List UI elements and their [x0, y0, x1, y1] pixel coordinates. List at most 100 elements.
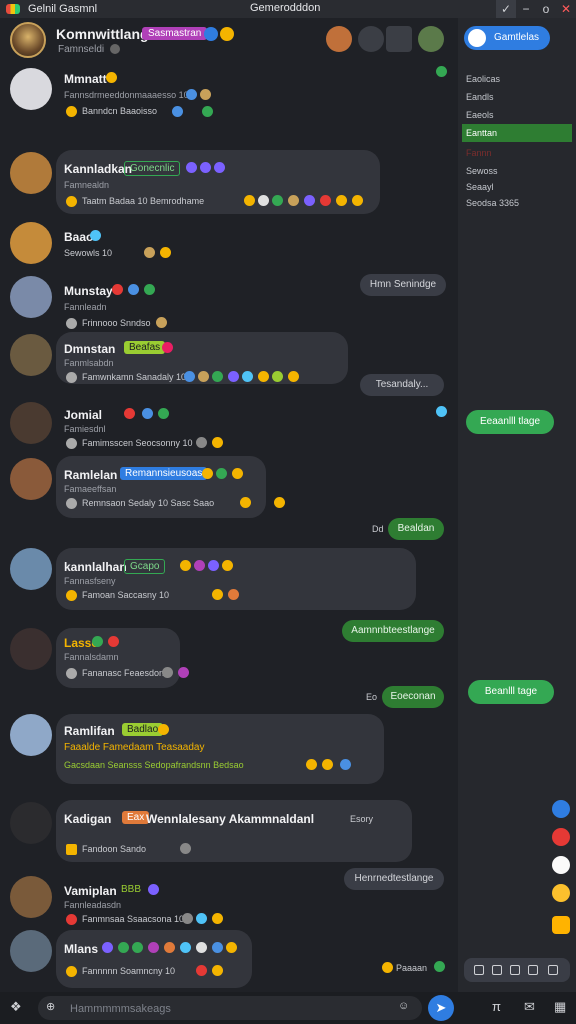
apps-icon[interactable]: ❖ — [10, 999, 22, 1015]
reaction-icon[interactable] — [212, 942, 223, 953]
sidebar-status-icon[interactable] — [552, 916, 570, 934]
reaction-icon[interactable] — [258, 371, 269, 382]
reaction-icon[interactable] — [158, 408, 169, 419]
reaction-icon[interactable] — [160, 247, 171, 258]
sender-name[interactable]: Kadigan — [64, 812, 111, 826]
pin-icon[interactable] — [358, 26, 384, 52]
emoji-icon[interactable] — [548, 965, 558, 975]
reaction-icon[interactable] — [128, 284, 139, 295]
sender-name[interactable]: kannlalhan — [64, 560, 127, 574]
message-input[interactable] — [68, 999, 392, 1019]
close-button[interactable]: ✕ — [556, 0, 576, 18]
avatar[interactable] — [10, 152, 52, 194]
avatar[interactable] — [10, 276, 52, 318]
sidebar-status-icon[interactable] — [552, 884, 570, 902]
reaction-icon[interactable] — [274, 497, 285, 508]
avatar[interactable] — [10, 802, 52, 844]
member-avatar-2[interactable] — [418, 26, 444, 52]
reply-pill[interactable]: Bealdan — [388, 518, 444, 540]
sidebar-item[interactable]: Fannn — [466, 144, 570, 162]
reaction-icon[interactable] — [162, 342, 173, 353]
reply-pill[interactable]: Eoeconan — [382, 686, 444, 708]
reaction-icon[interactable] — [306, 759, 317, 770]
reaction-icon[interactable] — [186, 89, 197, 100]
reaction-icon[interactable] — [196, 437, 207, 448]
reaction-icon[interactable] — [102, 942, 113, 953]
sidebar-status-icon[interactable] — [552, 800, 570, 818]
reaction-icon[interactable] — [158, 724, 169, 735]
avatar[interactable] — [10, 222, 52, 264]
avatar[interactable] — [10, 548, 52, 590]
avatar[interactable] — [10, 402, 52, 444]
reaction-icon[interactable] — [182, 913, 193, 924]
sidebar-item[interactable]: Eaeols — [466, 106, 570, 124]
video-icon[interactable] — [510, 965, 520, 975]
sidebar-action-button[interactable]: Gamtlelas — [464, 26, 550, 50]
reaction-icon[interactable] — [288, 195, 299, 206]
reaction-icon[interactable] — [222, 560, 233, 571]
reaction-icon[interactable] — [228, 589, 239, 600]
check-window-button[interactable]: ✓ — [496, 0, 516, 18]
window-icon[interactable] — [386, 26, 412, 52]
reaction-icon[interactable] — [214, 162, 225, 173]
maximize-button[interactable]: o — [536, 0, 556, 18]
reaction-icon[interactable] — [196, 965, 207, 976]
sender-name[interactable]: Baao — [64, 230, 93, 244]
reaction-icon[interactable] — [212, 371, 223, 382]
sender-name[interactable]: Ramlifan — [64, 724, 115, 738]
reaction-icon[interactable] — [196, 913, 207, 924]
mail-icon[interactable]: ✉ — [524, 999, 535, 1015]
sidebar-green-button[interactable]: Eeaanlll tlage — [466, 410, 554, 434]
reaction-icon[interactable] — [232, 468, 243, 479]
avatar[interactable] — [10, 930, 52, 972]
send-button[interactable]: ➤ — [428, 995, 454, 1021]
reaction-icon[interactable] — [212, 913, 223, 924]
reaction-icon[interactable] — [320, 195, 331, 206]
sender-name[interactable]: Mmnatt — [64, 72, 107, 86]
reply-pill[interactable]: Hmn Senindge — [360, 274, 446, 296]
reaction-icon[interactable] — [132, 942, 143, 953]
reaction-icon[interactable] — [162, 667, 173, 678]
sidebar-green-button[interactable]: Beanlll tage — [468, 680, 554, 704]
avatar[interactable] — [10, 628, 52, 670]
reply-pill[interactable]: Henrnedtestlange — [344, 868, 444, 890]
reaction-icon[interactable] — [172, 106, 183, 117]
reaction-icon[interactable] — [272, 371, 283, 382]
member-avatar-1[interactable] — [326, 26, 352, 52]
reaction-icon[interactable] — [142, 408, 153, 419]
avatar[interactable] — [10, 458, 52, 500]
reaction-icon[interactable] — [124, 408, 135, 419]
format-icon[interactable]: π — [492, 999, 501, 1014]
reaction-icon[interactable] — [200, 162, 211, 173]
reaction-icon[interactable] — [240, 497, 251, 508]
reaction-icon[interactable] — [258, 195, 269, 206]
sidebar-item[interactable]: Seodsa 3365 — [466, 194, 570, 212]
reaction-icon[interactable] — [148, 884, 159, 895]
reaction-icon[interactable] — [108, 636, 119, 647]
emoji-icon[interactable]: ☺ — [398, 1000, 409, 1012]
sender-name[interactable]: Vamiplan — [64, 884, 117, 898]
reaction-icon[interactable] — [164, 942, 175, 953]
sidebar-status-icon[interactable] — [552, 856, 570, 874]
reaction-icon[interactable] — [242, 371, 253, 382]
reaction-icon[interactable] — [112, 284, 123, 295]
reaction-icon[interactable] — [352, 195, 363, 206]
reaction-icon[interactable] — [322, 759, 333, 770]
reply-pill[interactable]: Aamnnbteestlange — [342, 620, 444, 642]
avatar[interactable] — [10, 334, 52, 376]
reaction-icon[interactable] — [212, 437, 223, 448]
reaction-icon[interactable] — [180, 843, 191, 854]
avatar[interactable] — [10, 68, 52, 110]
reaction-icon[interactable] — [208, 560, 219, 571]
reaction-icon[interactable] — [212, 965, 223, 976]
reaction-icon[interactable] — [156, 317, 167, 328]
reaction-icon[interactable] — [340, 759, 351, 770]
reaction-icon[interactable] — [186, 162, 197, 173]
add-icon[interactable]: ⊕ — [46, 1000, 55, 1013]
sidebar-item[interactable]: Eaolicas — [466, 70, 570, 88]
gallery-icon[interactable] — [492, 965, 502, 975]
avatar[interactable] — [10, 714, 52, 756]
sidebar-status-icon[interactable] — [552, 828, 570, 846]
sender-name[interactable]: Jomial — [64, 408, 102, 422]
reaction-icon[interactable] — [202, 106, 213, 117]
